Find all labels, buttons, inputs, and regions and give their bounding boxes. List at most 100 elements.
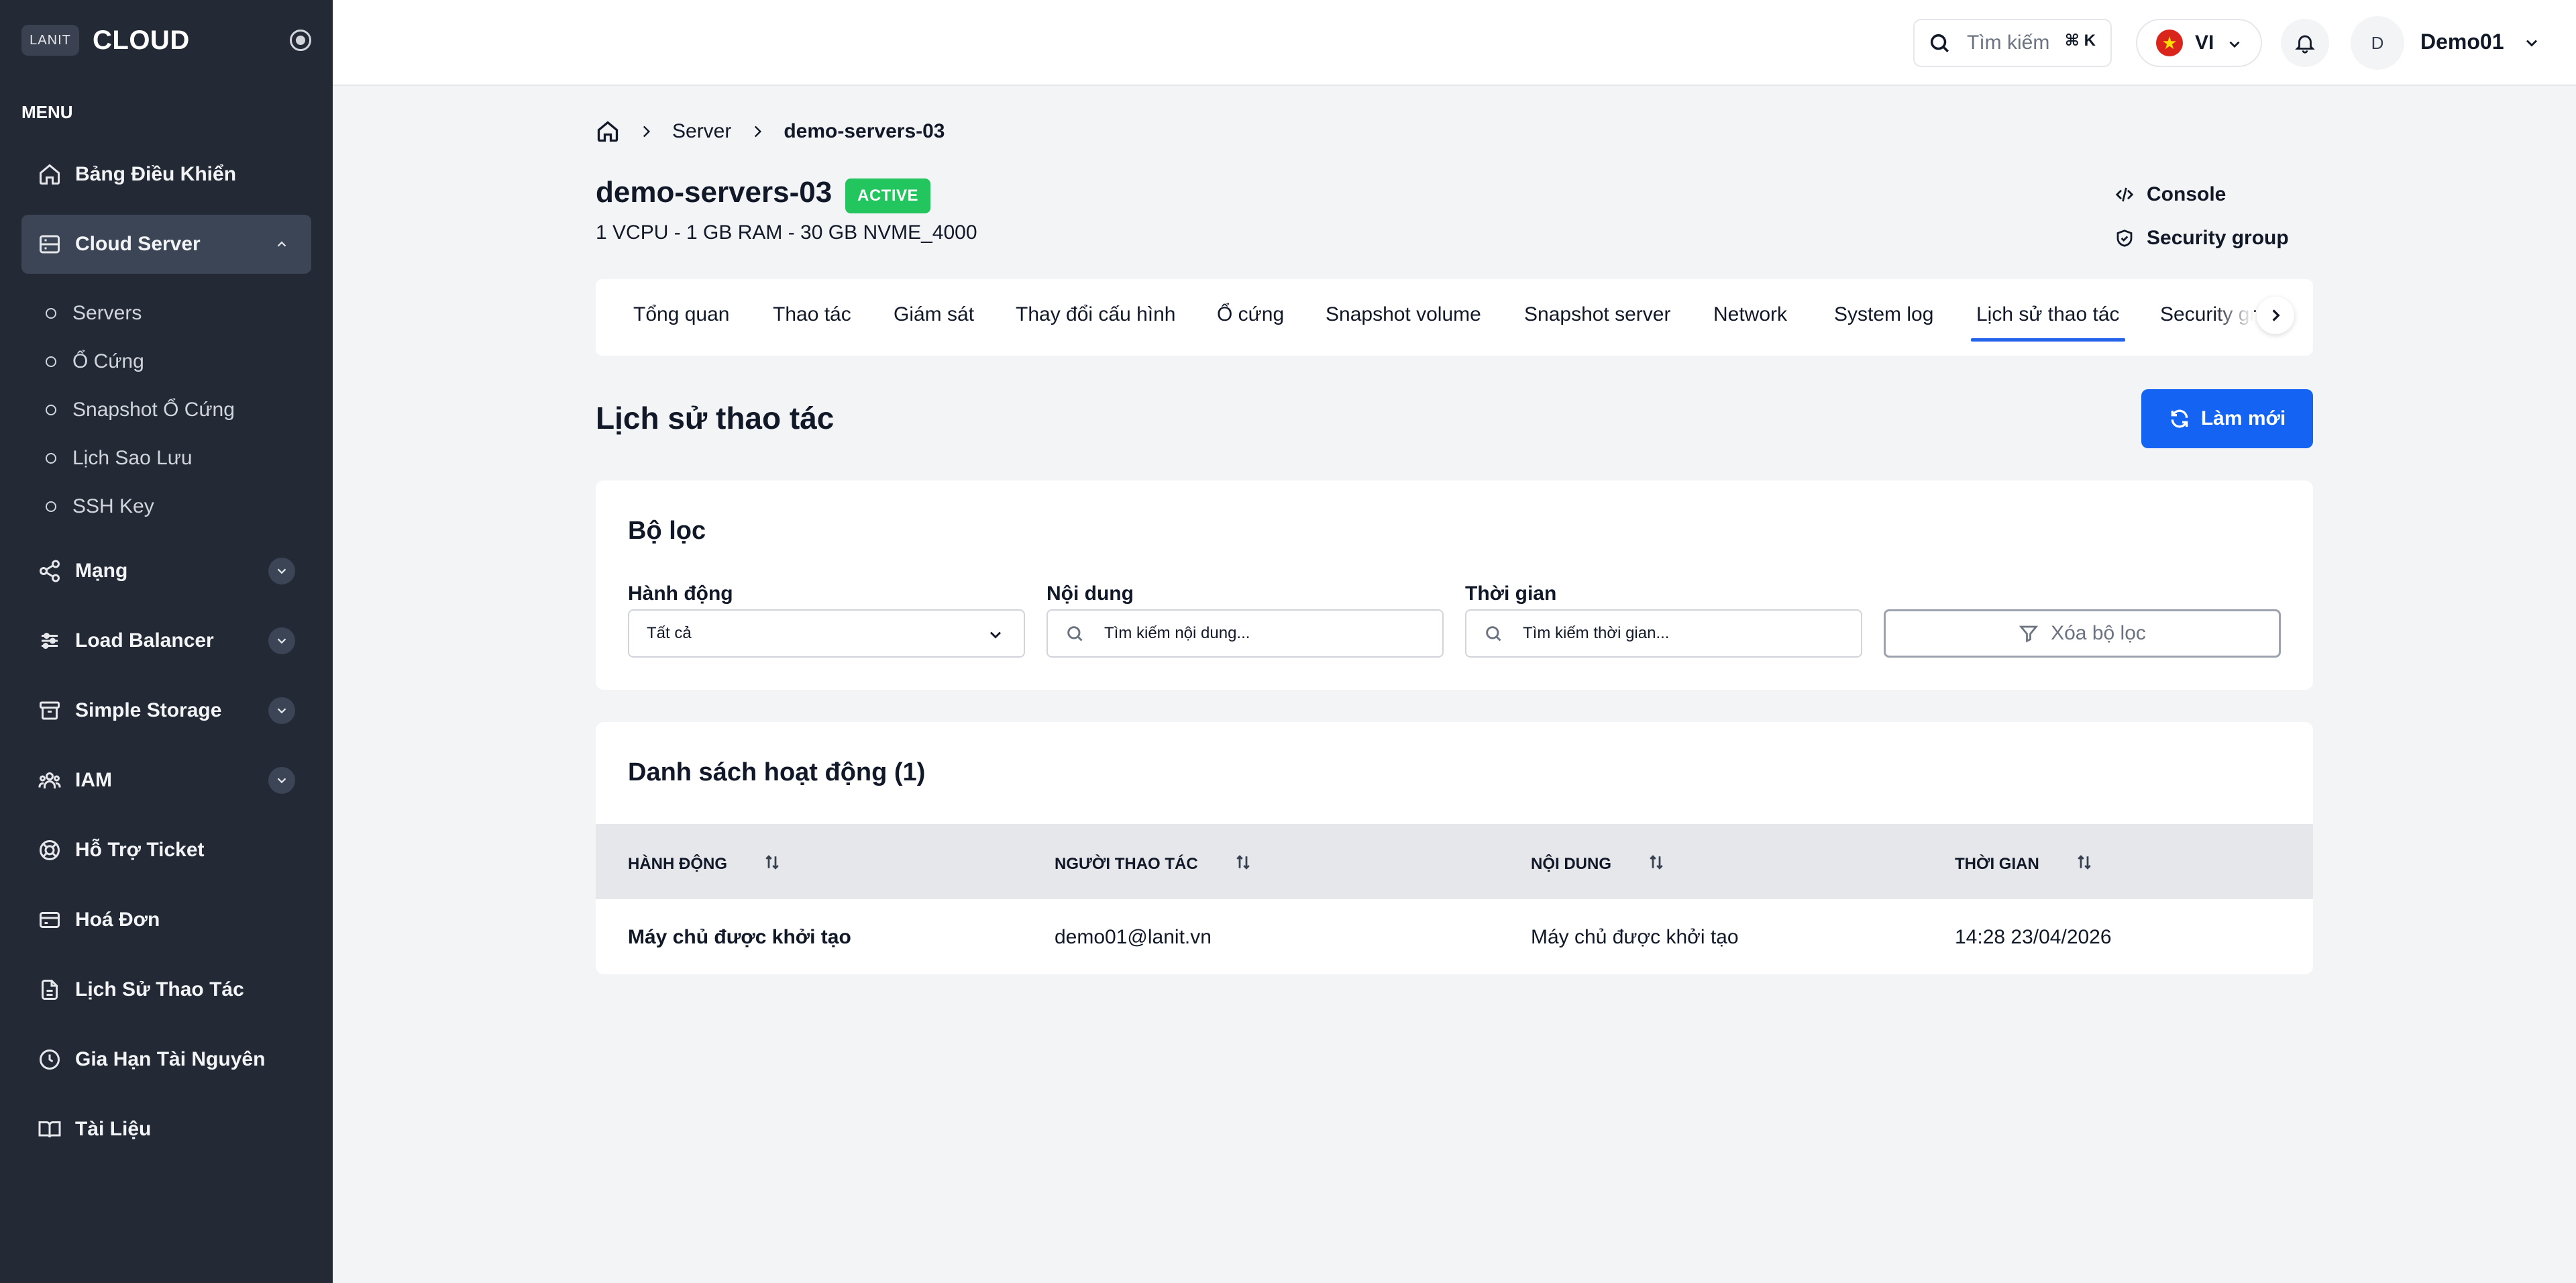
sidebar-item-cloud-server[interactable]: Cloud Server: [21, 215, 311, 274]
tab-activity-history[interactable]: Lịch sử thao tác: [1971, 303, 2125, 342]
filter-card: Bộ lọc Hành động Tất cả Nội dung Thời gi…: [596, 480, 2313, 690]
home-icon: [38, 162, 62, 187]
search-icon: [1486, 626, 1501, 642]
column-header-label: NGƯỜI THAO TÁC: [1055, 855, 1198, 873]
sidebar-item-label: Hỗ Trợ Ticket: [75, 839, 205, 861]
content-filter-field[interactable]: [1046, 609, 1444, 658]
column-header-content[interactable]: NỘI DUNG: [1531, 855, 1666, 874]
tab-resize[interactable]: Thay đổi cấu hình: [1016, 303, 1176, 326]
cell-action: Máy chủ được khởi tạo: [628, 926, 851, 948]
tab-overview[interactable]: Tổng quan: [633, 303, 729, 326]
column-header-action[interactable]: HÀNH ĐỘNG: [628, 855, 782, 874]
sidebar-item-docs[interactable]: Tài Liệu: [21, 1100, 311, 1159]
sidebar-item-label: Hoá Đơn: [75, 909, 160, 931]
chevron-down-icon[interactable]: [268, 627, 295, 654]
menu-heading: MENU: [21, 102, 73, 122]
chevron-down-icon[interactable]: [268, 767, 295, 794]
content-search-input[interactable]: [1104, 624, 1426, 643]
sidebar-item-resource-renewal[interactable]: Gia Hạn Tài Nguyên: [21, 1030, 311, 1089]
security-group-link[interactable]: Security group: [2114, 223, 2289, 253]
column-header-time[interactable]: THỜI GIAN: [1955, 855, 2094, 874]
sidebar-item-support-ticket[interactable]: Hỗ Trợ Ticket: [21, 821, 311, 880]
user-name[interactable]: Demo01: [2420, 30, 2504, 54]
sidebar-subitem-label: Ổ Cứng: [72, 350, 144, 372]
share-icon: [38, 559, 62, 583]
tab-bar: Tổng quan Thao tác Giám sát Thay đổi cấu…: [596, 279, 2313, 356]
sort-icon[interactable]: [762, 852, 782, 872]
search-label: Tìm kiếm: [1967, 32, 2050, 54]
chevron-down-icon[interactable]: [268, 558, 295, 584]
home-icon[interactable]: [596, 119, 620, 144]
time-filter-field[interactable]: [1465, 609, 1862, 658]
sort-icon[interactable]: [1646, 852, 1666, 872]
sidebar-item-simple-storage[interactable]: Simple Storage: [21, 681, 311, 740]
tab-volumes[interactable]: Ổ cứng: [1217, 303, 1284, 326]
archive-icon: [38, 699, 62, 723]
chevron-down-icon[interactable]: [268, 697, 295, 724]
action-filter-label: Hành động: [628, 582, 733, 605]
bullet-icon: [46, 501, 56, 512]
tab-network[interactable]: Network: [1713, 303, 1787, 326]
tab-monitoring[interactable]: Giám sát: [894, 303, 974, 326]
chevron-right-icon: [643, 125, 651, 138]
section-title: Lịch sử thao tác: [596, 401, 835, 435]
sidebar-item-label: Mạng: [75, 560, 128, 582]
sort-icon[interactable]: [2074, 852, 2094, 872]
sort-icon[interactable]: [1233, 852, 1253, 872]
filter-icon: [2019, 625, 2039, 643]
sidebar-item-label: Tài Liệu: [75, 1118, 152, 1140]
notifications-button[interactable]: [2281, 19, 2329, 67]
action-filter-select[interactable]: Tất cả: [628, 609, 1025, 658]
sidebar-subitem-label: Lịch Sao Lưu: [72, 447, 193, 469]
column-header-user[interactable]: NGƯỜI THAO TÁC: [1055, 855, 1253, 874]
breadcrumb: Server demo-servers-03: [596, 115, 945, 148]
language-code: VI: [2195, 32, 2214, 54]
chevron-up-icon[interactable]: [268, 231, 295, 258]
chevron-down-icon: [2229, 41, 2240, 48]
credit-card-icon: [38, 908, 62, 932]
status-badge: ACTIVE: [845, 178, 931, 213]
chevron-down-icon[interactable]: [2522, 34, 2541, 52]
global-search-button[interactable]: Tìm kiếm ⌘ K: [1913, 19, 2112, 67]
refresh-button[interactable]: Làm mới: [2141, 389, 2313, 448]
refresh-icon: [2171, 409, 2188, 428]
chevron-right-icon: [755, 125, 762, 138]
sidebar-subitem-volumes[interactable]: Ổ Cứng: [46, 346, 144, 378]
sidebar-item-invoices[interactable]: Hoá Đơn: [21, 890, 311, 950]
time-search-input[interactable]: [1523, 624, 1845, 643]
sidebar-subitem-label: Servers: [72, 302, 142, 324]
column-header-label: HÀNH ĐỘNG: [628, 855, 727, 873]
sidebar-item-iam[interactable]: IAM: [21, 751, 311, 810]
tab-scroll-right-button[interactable]: [2257, 297, 2294, 334]
clear-filter-label: Xóa bộ lọc: [2051, 622, 2146, 644]
sidebar-item-dashboard[interactable]: Bảng Điều Khiển: [21, 145, 311, 204]
server-spec: 1 VCPU - 1 GB RAM - 30 GB NVME_4000: [596, 221, 977, 244]
cell-content: Máy chủ được khởi tạo: [1531, 926, 1739, 948]
breadcrumb-server[interactable]: Server: [672, 120, 731, 143]
sidebar-item-label: Lịch Sử Thao Tác: [75, 978, 244, 1000]
brand[interactable]: LANIT CLOUD: [21, 24, 190, 56]
book-icon: [38, 1117, 62, 1141]
tab-actions[interactable]: Thao tác: [773, 303, 851, 326]
lanit-logo: LANIT: [21, 25, 79, 56]
sidebar-subitem-ssh-key[interactable]: SSH Key: [46, 491, 154, 523]
column-header-label: NỘI DUNG: [1531, 855, 1611, 873]
tab-snapshot-volume[interactable]: Snapshot volume: [1326, 303, 1481, 326]
sidebar-toggle-icon[interactable]: [290, 30, 311, 51]
console-link[interactable]: Console: [2114, 180, 2226, 209]
sidebar-item-network[interactable]: Mạng: [21, 542, 311, 601]
sidebar-subitem-servers[interactable]: Servers: [46, 297, 142, 329]
sidebar-item-load-balancer[interactable]: Load Balancer: [21, 611, 311, 670]
console-label: Console: [2147, 183, 2226, 205]
bullet-icon: [46, 405, 56, 415]
sidebar-item-activity-history[interactable]: Lịch Sử Thao Tác: [21, 960, 311, 1019]
sliders-icon: [38, 629, 62, 653]
language-selector[interactable]: ★ VI: [2136, 19, 2262, 67]
sidebar-subitem-volume-snapshots[interactable]: Snapshot Ổ Cứng: [46, 394, 235, 426]
avatar[interactable]: D: [2351, 16, 2404, 70]
security-group-label: Security group: [2147, 227, 2289, 249]
tab-system-log[interactable]: System log: [1834, 303, 1933, 326]
tab-snapshot-server[interactable]: Snapshot server: [1524, 303, 1670, 326]
clear-filter-button[interactable]: Xóa bộ lọc: [1884, 609, 2281, 658]
sidebar-subitem-backup-schedule[interactable]: Lịch Sao Lưu: [46, 442, 193, 474]
